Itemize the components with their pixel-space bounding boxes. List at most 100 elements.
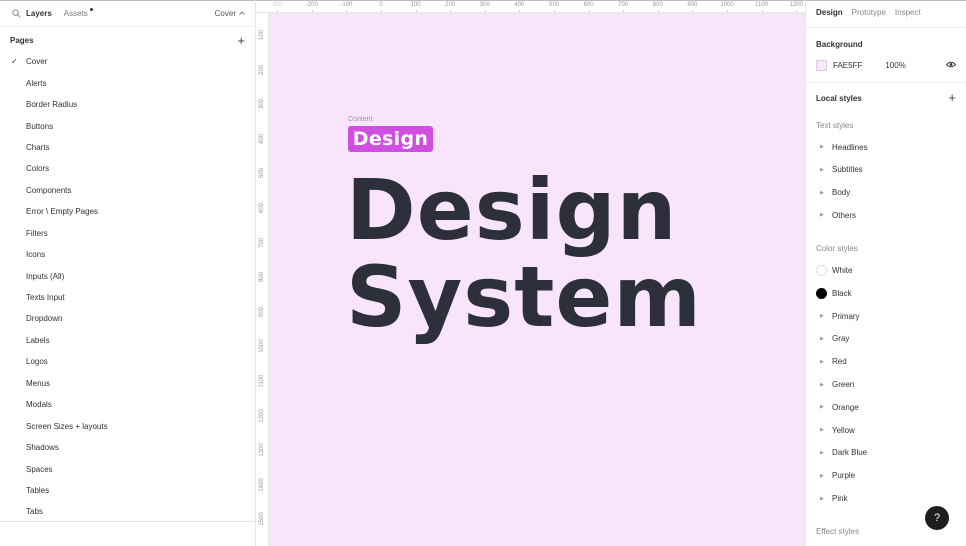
page-item-label: Tables: [26, 485, 50, 495]
ruler-tick-mark: [761, 10, 763, 12]
page-item[interactable]: Texts Input: [0, 287, 255, 308]
page-item[interactable]: Modals: [0, 394, 255, 415]
page-item[interactable]: Tables: [0, 480, 255, 501]
eye-icon[interactable]: [945, 61, 957, 70]
background-opacity[interactable]: 100%: [885, 61, 905, 70]
page-item[interactable]: Shadows: [0, 437, 255, 458]
page-item[interactable]: Error \ Empty Pages: [0, 201, 255, 222]
ruler-tick-label: 900: [259, 306, 265, 317]
ruler-tick-mark: [484, 10, 486, 12]
page-item[interactable]: Icons: [0, 244, 255, 265]
caret-right-icon[interactable]: ▶: [816, 473, 832, 479]
page-item-label: Filters: [26, 228, 48, 238]
properties-panel: Design Prototype Inspect Background FAE5…: [805, 0, 966, 546]
page-item[interactable]: Dropdown: [0, 308, 255, 329]
page-item[interactable]: Tabs: [0, 501, 255, 522]
ruler-tick-mark: [588, 10, 590, 12]
chevron-up-icon: [239, 11, 245, 15]
page-item-label: Logos: [26, 357, 48, 367]
page-selector[interactable]: Cover: [215, 9, 245, 18]
design-badge[interactable]: Design: [348, 126, 433, 152]
caret-right-icon[interactable]: ▶: [816, 212, 832, 218]
page-item[interactable]: Screen Sizes + layouts: [0, 415, 255, 436]
tab-inspect[interactable]: Inspect: [895, 8, 921, 17]
help-button[interactable]: ?: [925, 506, 949, 530]
color-style-item[interactable]: ▶ Green: [816, 378, 956, 392]
caret-right-icon[interactable]: ▶: [816, 496, 832, 502]
tab-prototype[interactable]: Prototype: [852, 8, 886, 17]
frame-label[interactable]: Content: [348, 116, 373, 123]
ruler-tick-label: 400: [259, 133, 265, 144]
color-style-item[interactable]: Black: [816, 286, 956, 300]
ruler-tick-label: 300: [259, 99, 265, 110]
title-line-2[interactable]: System: [346, 255, 702, 339]
color-style-item[interactable]: ▶ Yellow: [816, 423, 956, 437]
color-style-label: Gray: [832, 334, 850, 344]
caret-right-icon[interactable]: ▶: [816, 313, 832, 319]
caret-right-icon[interactable]: ▶: [816, 167, 832, 173]
page-item[interactable]: Charts: [0, 137, 255, 158]
ruler-tick-label: 1000: [720, 2, 734, 8]
text-style-item[interactable]: ▶ Headlines: [816, 140, 956, 154]
left-panel-tabs: Layers Assets Cover: [10, 5, 245, 21]
tab-layers[interactable]: Layers: [26, 9, 52, 18]
color-style-label: Red: [832, 357, 847, 367]
caret-right-icon[interactable]: ▶: [816, 382, 832, 388]
color-styles-title: Color styles: [816, 244, 858, 253]
page-item-label: Modals: [26, 400, 52, 410]
page-item-label: Icons: [26, 250, 46, 260]
page-item[interactable]: Colors: [0, 158, 255, 179]
search-icon[interactable]: [10, 7, 22, 19]
canvas[interactable]: -300 -200 -100 0 100 200 300 400 500 600 700 800 900…: [256, 0, 805, 546]
color-style-item[interactable]: ▶ Dark Blue: [816, 446, 956, 460]
text-style-item[interactable]: ▶ Body: [816, 186, 956, 200]
page-item[interactable]: Spaces: [0, 458, 255, 479]
page-item[interactable]: Logos: [0, 351, 255, 372]
color-style-item[interactable]: ▶ Primary: [816, 309, 956, 323]
add-style-icon[interactable]: +: [948, 91, 956, 104]
page-item[interactable]: Buttons: [0, 115, 255, 136]
page-item[interactable]: Filters: [0, 223, 255, 244]
caret-right-icon[interactable]: ▶: [816, 450, 832, 456]
effect-styles-title: Effect styles: [816, 527, 859, 536]
caret-right-icon[interactable]: ▶: [816, 336, 832, 342]
ruler-tick-mark: [796, 10, 798, 12]
page-item[interactable]: Labels: [0, 330, 255, 351]
caret-right-icon[interactable]: ▶: [816, 427, 832, 433]
ruler-tick-label: 200: [259, 64, 265, 75]
tab-design[interactable]: Design: [816, 8, 843, 17]
background-hex[interactable]: FAE5FF: [833, 61, 862, 70]
color-style-item[interactable]: White: [816, 264, 956, 278]
page-item[interactable]: Border Radius: [0, 94, 255, 115]
page-item-label: Border Radius: [26, 100, 78, 110]
ruler-tick-mark: [450, 10, 452, 12]
color-style-item[interactable]: ▶ Gray: [816, 332, 956, 346]
page-item[interactable]: Inputs (All): [0, 265, 255, 286]
color-style-item[interactable]: ▶ Pink: [816, 492, 956, 506]
tab-assets[interactable]: Assets: [64, 7, 93, 18]
ruler-tick-label: 800: [652, 2, 663, 8]
color-style-item[interactable]: ▶ Orange: [816, 400, 956, 414]
page-item[interactable]: ✓ Cover: [0, 51, 255, 72]
text-style-item[interactable]: ▶ Others: [816, 208, 956, 222]
text-style-item[interactable]: ▶ Subtitles: [816, 163, 956, 177]
add-page-icon[interactable]: +: [237, 34, 245, 47]
caret-right-icon[interactable]: ▶: [816, 190, 832, 196]
page-item[interactable]: Menus: [0, 373, 255, 394]
color-style-item[interactable]: ▶ Purple: [816, 469, 956, 483]
caret-right-icon[interactable]: ▶: [816, 359, 832, 365]
color-style-label: Purple: [832, 471, 856, 481]
ruler-left: 100 200 300 400 500 600 700 800 900 1000 1100 1200 1…: [256, 13, 269, 546]
color-style-label: Primary: [832, 311, 860, 321]
title-line-1[interactable]: Design: [346, 168, 677, 252]
caret-right-icon[interactable]: ▶: [816, 404, 832, 410]
color-style-item[interactable]: ▶ Red: [816, 355, 956, 369]
ruler-tick-label: 1400: [259, 478, 265, 492]
page-item[interactable]: Alerts: [0, 72, 255, 93]
background-title: Background: [816, 40, 863, 49]
ruler-tick-label: 500: [548, 2, 560, 8]
caret-right-icon[interactable]: ▶: [816, 144, 832, 150]
page-item[interactable]: Components: [0, 180, 255, 201]
background-swatch[interactable]: [816, 59, 827, 71]
ruler-tick-label: 500: [259, 168, 265, 179]
